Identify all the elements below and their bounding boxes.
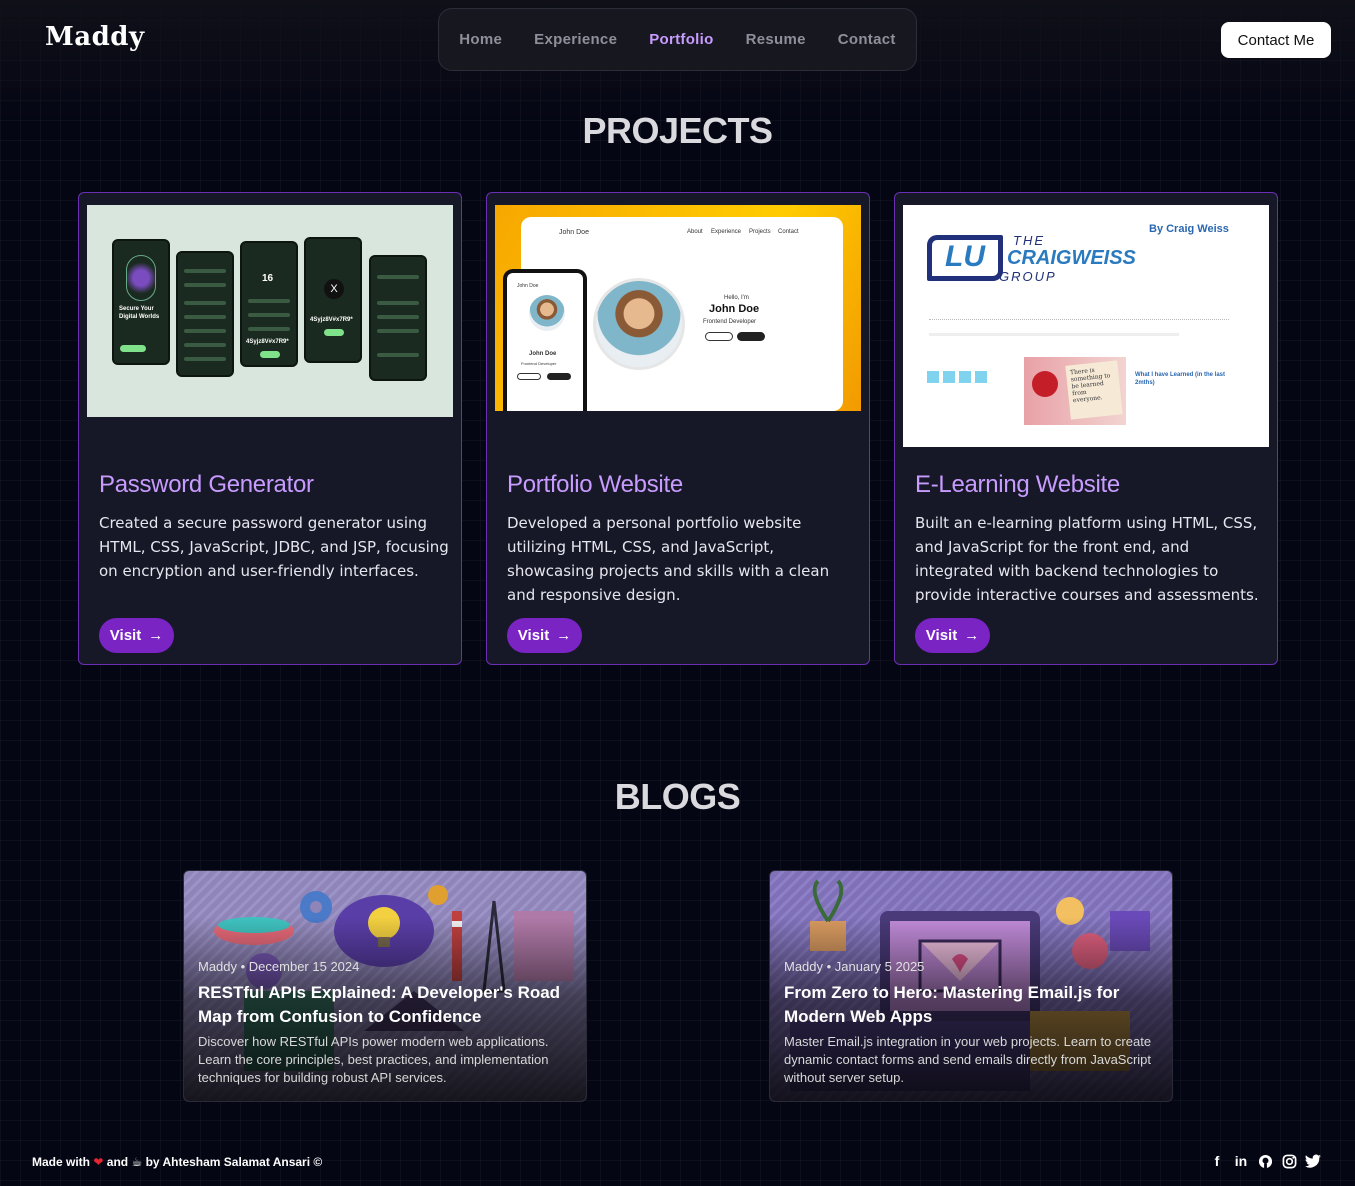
phone-mockup: Secure Your Digital Worlds <box>112 239 170 365</box>
visit-button[interactable]: Visit → <box>99 618 174 653</box>
project-preview-image: John Doe About Experience Projects Conta… <box>495 205 861 411</box>
profile-photo <box>593 278 685 370</box>
heart-icon: ❤ <box>93 1155 104 1169</box>
blog-card[interactable]: Maddy • December 15 2024 RESTful APIs Ex… <box>183 870 587 1102</box>
instagram-icon[interactable] <box>1281 1152 1297 1170</box>
project-card-e-learning-website: By Craig Weiss LU THE CRAIGWEISS GROUP T… <box>894 192 1278 665</box>
twitter-icon[interactable] <box>1305 1152 1321 1170</box>
site-logo[interactable]: Maddy <box>45 22 145 52</box>
project-card-password-generator: Secure Your Digital Worlds 16 4Syjz8V#x7… <box>78 192 462 665</box>
project-title: Password Generator <box>99 471 314 498</box>
nav-portfolio[interactable]: Portfolio <box>649 31 713 48</box>
nav-home[interactable]: Home <box>459 31 502 48</box>
blog-title[interactable]: RESTful APIs Explained: A Developer's Ro… <box>198 981 578 1029</box>
nav-resume[interactable]: Resume <box>746 31 806 48</box>
main-nav: Home Experience Portfolio Resume Contact <box>438 8 917 71</box>
blog-description: Master Email.js integration in your web … <box>784 1034 1152 1085</box>
project-title: Portfolio Website <box>507 471 683 498</box>
facebook-icon[interactable]: f <box>1209 1152 1225 1170</box>
project-preview-image: Secure Your Digital Worlds 16 4Syjz8V#x7… <box>87 205 453 417</box>
social-links: f in <box>1209 1152 1321 1170</box>
linkedin-icon[interactable]: in <box>1233 1152 1249 1170</box>
projects-title: PROJECTS <box>582 110 773 151</box>
coffee-icon: ☕ <box>131 1155 143 1169</box>
arrow-right-icon: → <box>148 627 164 644</box>
arrow-right-icon: → <box>556 627 572 644</box>
arrow-right-icon: → <box>964 627 980 644</box>
nav-contact[interactable]: Contact <box>838 31 896 48</box>
blog-meta: Maddy • January 5 2025 <box>784 959 925 974</box>
contact-me-button[interactable]: Contact Me <box>1221 22 1331 58</box>
project-description: Created a secure password generator usin… <box>99 514 449 580</box>
blogs-title: BLOGS <box>614 776 741 817</box>
phone-mockup: X 4Syjz8V#x7R9* <box>304 237 362 363</box>
project-description: Built an e-learning platform using HTML,… <box>915 514 1259 604</box>
visit-button[interactable]: Visit → <box>507 618 582 653</box>
visit-button[interactable]: Visit → <box>915 618 990 653</box>
blog-description: Discover how RESTful APIs power modern w… <box>198 1034 549 1085</box>
blog-card[interactable]: Maddy • January 5 2025 From Zero to Hero… <box>769 870 1173 1102</box>
blog-title[interactable]: From Zero to Hero: Mastering Email.js fo… <box>784 981 1164 1029</box>
blog-meta: Maddy • December 15 2024 <box>198 959 360 974</box>
phone-mockup <box>176 251 234 377</box>
phone-mockup: 16 4Syjz8V#x7R9* <box>240 241 298 367</box>
project-card-portfolio-website: John Doe About Experience Projects Conta… <box>486 192 870 665</box>
footer-credit: Made with ❤ and ☕ by Ahtesham Salamat An… <box>32 1155 323 1169</box>
phone-mockup <box>369 255 427 381</box>
nav-experience[interactable]: Experience <box>534 31 617 48</box>
project-title: E-Learning Website <box>915 471 1120 498</box>
github-icon[interactable] <box>1257 1152 1273 1170</box>
project-preview-image: By Craig Weiss LU THE CRAIGWEISS GROUP T… <box>903 205 1269 447</box>
phone-mockup: John Doe John Doe Frontend Developer <box>503 269 587 411</box>
craigweiss-logo-icon: LU <box>927 235 1003 281</box>
project-description: Developed a personal portfolio website u… <box>507 514 830 604</box>
